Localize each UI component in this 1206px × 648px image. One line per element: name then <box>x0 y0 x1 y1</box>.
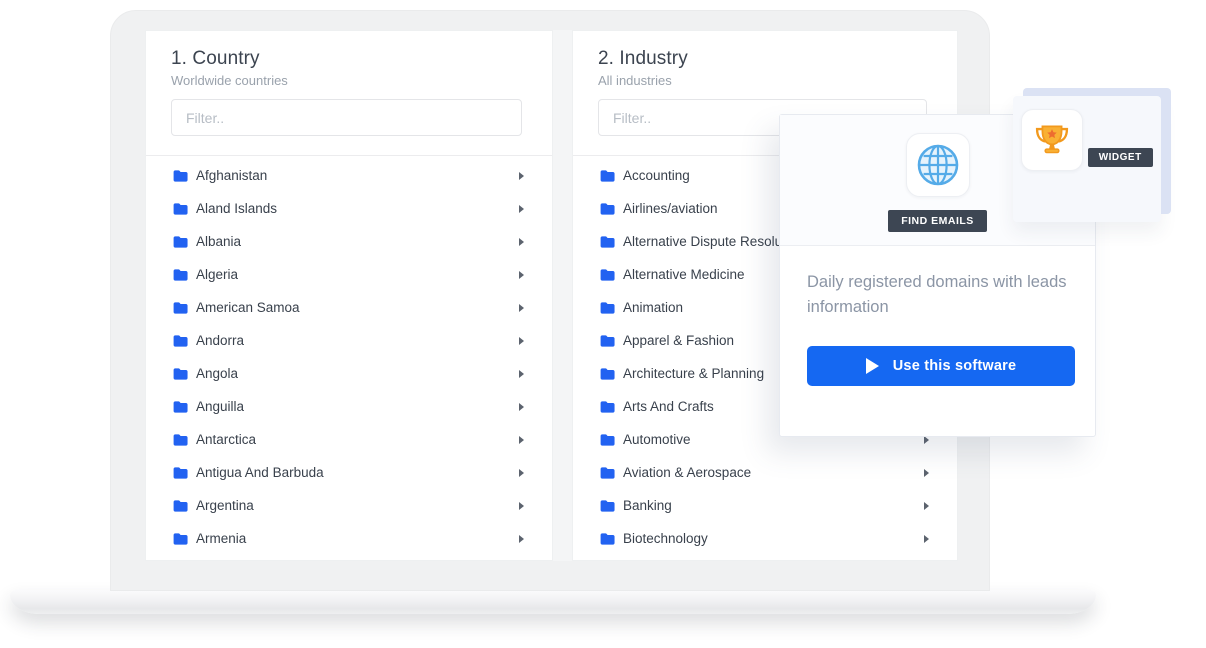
country-list-item[interactable]: American Samoa <box>146 291 552 324</box>
chevron-right-icon <box>519 436 524 444</box>
industry-list-item-label: Automotive <box>623 432 691 447</box>
country-list-item-label: Albania <box>196 234 241 249</box>
country-list-item-label: American Samoa <box>196 300 300 315</box>
industry-list-item[interactable]: Banking <box>573 489 957 522</box>
country-list-item[interactable]: Angola <box>146 357 552 390</box>
chevron-right-icon <box>519 370 524 378</box>
chevron-right-icon <box>519 304 524 312</box>
play-icon <box>866 358 879 374</box>
industry-list-item-label: Apparel & Fashion <box>623 333 734 348</box>
industry-list-item-label: Arts And Crafts <box>623 399 714 414</box>
find-emails-card-body: Daily registered domains with leads info… <box>780 246 1095 386</box>
country-list-item[interactable]: Afghanistan <box>146 159 552 192</box>
country-list-item[interactable]: Antigua And Barbuda <box>146 456 552 489</box>
country-list: Afghanistan Aland Islands <box>146 156 552 555</box>
folder-icon <box>173 236 188 248</box>
country-list-item-label: Afghanistan <box>196 168 267 183</box>
find-emails-badge: FIND EMAILS <box>888 210 987 232</box>
industry-list-item-label: Animation <box>623 300 683 315</box>
chevron-right-icon <box>519 403 524 411</box>
use-software-button[interactable]: Use this software <box>807 346 1075 386</box>
laptop-base <box>10 590 1096 614</box>
globe-icon <box>906 133 970 197</box>
folder-icon <box>600 269 615 281</box>
trophy-icon <box>1021 109 1083 171</box>
industry-list-item[interactable]: Biotechnology <box>573 522 957 555</box>
chevron-right-icon <box>519 238 524 246</box>
chevron-right-icon <box>924 469 929 477</box>
folder-icon <box>173 368 188 380</box>
folder-icon <box>600 203 615 215</box>
industry-list-item-label: Alternative Medicine <box>623 267 745 282</box>
chevron-right-icon <box>519 271 524 279</box>
country-list-item-label: Angola <box>196 366 238 381</box>
chevron-right-icon <box>519 205 524 213</box>
industry-list-item-label: Biotechnology <box>623 531 708 546</box>
country-list-item-label: Andorra <box>196 333 244 348</box>
industry-list-item-label: Aviation & Aerospace <box>623 465 751 480</box>
folder-icon <box>173 533 188 545</box>
panel-title-industry: 2. Industry <box>598 48 927 70</box>
chevron-right-icon <box>519 535 524 543</box>
country-list-item-label: Anguilla <box>196 399 244 414</box>
folder-icon <box>173 203 188 215</box>
folder-icon <box>600 302 615 314</box>
folder-icon <box>173 302 188 314</box>
panel-subtitle-industry: All industries <box>598 73 927 88</box>
chevron-right-icon <box>519 502 524 510</box>
widget-badge: WIDGET <box>1088 148 1153 167</box>
industry-list-item-label: Architecture & Planning <box>623 366 764 381</box>
country-list-item-label: Aland Islands <box>196 201 277 216</box>
folder-icon <box>173 335 188 347</box>
country-list-item[interactable]: Antarctica <box>146 423 552 456</box>
folder-icon <box>600 434 615 446</box>
folder-icon <box>600 236 615 248</box>
country-list-item-label: Antigua And Barbuda <box>196 465 324 480</box>
folder-icon <box>173 269 188 281</box>
folder-icon <box>173 170 188 182</box>
country-list-item[interactable]: Aland Islands <box>146 192 552 225</box>
chevron-right-icon <box>519 337 524 345</box>
folder-icon <box>173 500 188 512</box>
folder-icon <box>600 401 615 413</box>
panel-subtitle-country: Worldwide countries <box>171 73 522 88</box>
folder-icon <box>600 467 615 479</box>
industry-list-item-label: Airlines/aviation <box>623 201 718 216</box>
widget-card: WIDGET <box>1013 96 1161 222</box>
folder-icon <box>173 467 188 479</box>
chevron-right-icon <box>924 535 929 543</box>
country-list-item-label: Antarctica <box>196 432 256 447</box>
panel-title-country: 1. Country <box>171 48 522 70</box>
page: 1. Country Worldwide countries <box>0 0 1206 648</box>
card-description: Daily registered domains with leads info… <box>807 270 1068 320</box>
country-list-item[interactable]: Argentina <box>146 489 552 522</box>
folder-icon <box>600 533 615 545</box>
country-list-item-label: Argentina <box>196 498 254 513</box>
folder-icon <box>600 500 615 512</box>
country-list-item-label: Armenia <box>196 531 246 546</box>
country-panel: 1. Country Worldwide countries <box>145 30 553 561</box>
folder-icon <box>600 368 615 380</box>
industry-list-item-label: Alternative Dispute Resolution <box>623 234 804 249</box>
chevron-right-icon <box>519 469 524 477</box>
chevron-right-icon <box>519 172 524 180</box>
industry-list-item-label: Accounting <box>623 168 690 183</box>
industry-list-item-label: Banking <box>623 498 672 513</box>
folder-icon <box>173 401 188 413</box>
country-panel-header: 1. Country Worldwide countries <box>146 31 552 156</box>
use-software-label: Use this software <box>893 358 1016 374</box>
country-list-item[interactable]: Albania <box>146 225 552 258</box>
country-list-item[interactable]: Anguilla <box>146 390 552 423</box>
country-list-item[interactable]: Armenia <box>146 522 552 555</box>
chevron-right-icon <box>924 502 929 510</box>
country-filter-input[interactable] <box>171 99 522 136</box>
industry-list-item[interactable]: Aviation & Aerospace <box>573 456 957 489</box>
folder-icon <box>600 170 615 182</box>
country-list-item[interactable]: Algeria <box>146 258 552 291</box>
country-list-item-label: Algeria <box>196 267 238 282</box>
country-list-item[interactable]: Andorra <box>146 324 552 357</box>
folder-icon <box>600 335 615 347</box>
folder-icon <box>173 434 188 446</box>
